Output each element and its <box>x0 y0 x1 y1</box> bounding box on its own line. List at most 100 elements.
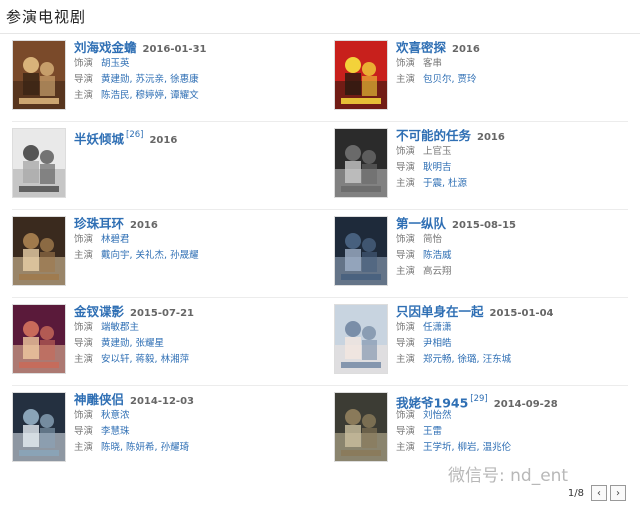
poster-image[interactable] <box>334 216 388 286</box>
cast-line: 主演 安以轩, 蒋毅, 林湘萍 <box>74 352 310 368</box>
drama-title-link[interactable]: 半妖倾城 <box>74 131 124 146</box>
director-label: 导演 <box>396 162 416 173</box>
cast-line: 主演 郑元畅, 徐璐, 汪东城 <box>396 352 632 368</box>
title-line: 第一纵队 2015-08-15 <box>396 214 632 232</box>
director-line: 导演 黄建勋, 苏沅亲, 徐惠康 <box>74 72 310 88</box>
director-line: 导演 陈浩威 <box>396 248 632 264</box>
role-label: 饰演 <box>396 410 416 421</box>
drama-card: 欢喜密探 2016 饰演 客串 主演 包贝尔, 贾玲 <box>334 34 634 122</box>
role-value: 秋意浓 <box>101 410 130 421</box>
cast-line: 主演 陈晓, 陈妍希, 孙耀琦 <box>74 440 310 456</box>
poster-image[interactable] <box>12 304 66 374</box>
drama-card: 珍珠耳环 2016 饰演 林碧君主演 戴向宇, 关礼杰, 孙晟耀 <box>12 210 312 298</box>
cast-label: 主演 <box>74 354 94 365</box>
poster-image[interactable] <box>334 40 388 110</box>
release-date: 2015-07-21 <box>130 308 194 319</box>
drama-info: 珍珠耳环 2016 饰演 林碧君主演 戴向宇, 关礼杰, 孙晟耀 <box>74 214 310 264</box>
role-label: 饰演 <box>74 410 94 421</box>
director-label: 导演 <box>74 74 94 85</box>
poster-image[interactable] <box>334 304 388 374</box>
director-label: 导演 <box>396 250 416 261</box>
drama-row: 金钗谍影 2015-07-21 饰演 端敏郡主 导演 黄建勋, 张耀星 主演 安以轩, 蒋毅,… <box>0 298 640 386</box>
director-label: 导演 <box>74 426 94 437</box>
cast-label: 主演 <box>396 354 416 365</box>
role-line: 饰演 刘怡然 <box>396 408 632 424</box>
cast-value[interactable]: 戴向宇, 关礼杰, 孙晟耀 <box>101 250 199 261</box>
drama-info: 金钗谍影 2015-07-21 饰演 端敏郡主 导演 黄建勋, 张耀星 主演 安以轩, 蒋毅,… <box>74 302 310 368</box>
cast-value[interactable]: 包贝尔, 贾玲 <box>423 74 477 85</box>
poster-image[interactable] <box>12 128 66 198</box>
drama-title-link[interactable]: 神雕侠侣 <box>74 392 124 407</box>
role-line: 饰演 任潇潇 <box>396 320 632 336</box>
section-title: 参演电视剧 <box>6 8 87 26</box>
director-value[interactable]: 耿明吉 <box>423 162 452 173</box>
role-value[interactable]: 胡玉英 <box>101 58 130 69</box>
drama-info: 欢喜密探 2016 饰演 客串 主演 包贝尔, 贾玲 <box>396 38 632 88</box>
cast-label: 主演 <box>396 178 416 189</box>
drama-card: 只因单身在一起 2015-01-04 饰演 任潇潇 导演 尹相皓 主演 郑元畅, 徐璐, 汪东… <box>334 298 634 386</box>
poster-image[interactable] <box>12 392 66 462</box>
role-line: 饰演 胡玉英 <box>74 56 310 72</box>
poster-image[interactable] <box>12 216 66 286</box>
release-date: 2016 <box>452 44 480 55</box>
role-value[interactable]: 任潇潇 <box>423 322 452 333</box>
role-value: 简怡 <box>423 234 443 245</box>
title-line: 欢喜密探 2016 <box>396 38 632 56</box>
poster-image[interactable] <box>334 392 388 462</box>
poster-image[interactable] <box>334 128 388 198</box>
director-value[interactable]: 李慧珠 <box>101 426 130 437</box>
role-line: 饰演 秋意浓 <box>74 408 310 424</box>
director-value[interactable]: 王雷 <box>423 426 442 437</box>
role-label: 饰演 <box>396 146 416 157</box>
director-value[interactable]: 黄建勋, 张耀星 <box>101 338 164 349</box>
cast-label: 主演 <box>396 266 416 277</box>
release-date: 2016 <box>477 132 505 143</box>
role-label: 饰演 <box>396 234 416 245</box>
citation-link[interactable]: [26] <box>126 130 143 140</box>
cast-label: 主演 <box>74 250 94 261</box>
drama-title-link[interactable]: 金钗谍影 <box>74 304 124 319</box>
cast-line: 主演 于震, 杜源 <box>396 176 632 192</box>
chevron-left-icon[interactable]: ‹ <box>591 485 607 501</box>
title-line: 半妖倾城 [26] 2016 <box>74 126 310 147</box>
director-line: 导演 王雷 <box>396 424 632 440</box>
cast-value[interactable]: 陈浩民, 穆婷婷, 谭耀文 <box>101 90 199 101</box>
cast-label: 主演 <box>396 74 416 85</box>
watermark: 微信号: nd_ent <box>448 466 569 486</box>
drama-info: 神雕侠侣 2014-12-03 饰演 秋意浓 导演 李慧珠 主演 陈晓, 陈妍希, 孙耀琦 <box>74 390 310 456</box>
cast-line: 主演 包贝尔, 贾玲 <box>396 72 632 88</box>
director-label: 导演 <box>396 426 416 437</box>
drama-title-link[interactable]: 珍珠耳环 <box>74 216 124 231</box>
director-value[interactable]: 陈浩威 <box>423 250 452 261</box>
cast-value[interactable]: 陈晓, 陈妍希, 孙耀琦 <box>101 442 189 453</box>
release-date: 2015-08-15 <box>452 220 516 231</box>
citation-link[interactable]: [29] <box>470 394 487 404</box>
release-date: 2016 <box>149 135 178 147</box>
cast-value[interactable]: 高云翔 <box>423 266 452 277</box>
drama-title-link[interactable]: 欢喜密探 <box>396 40 446 55</box>
drama-row: 半妖倾城 [26]2016 不可能的任务 2016 饰演 上官玉 导演 耿明吉 主演 于震, 杜源 <box>0 122 640 210</box>
drama-row: 刘海戏金蟾 2016-01-31 饰演 胡玉英 导演 黄建勋, 苏沅亲, 徐惠康 主演 陈浩民… <box>0 34 640 122</box>
drama-title-link[interactable]: 只因单身在一起 <box>396 304 484 319</box>
drama-title-link[interactable]: 不可能的任务 <box>396 128 471 143</box>
release-date: 2016 <box>130 220 158 231</box>
drama-title-link[interactable]: 第一纵队 <box>396 216 446 231</box>
title-line: 刘海戏金蟾 2016-01-31 <box>74 38 310 56</box>
release-date: 2014-12-03 <box>130 396 194 407</box>
cast-value[interactable]: 王学圻, 柳岩, 温兆伦 <box>423 442 511 453</box>
cast-value[interactable]: 郑元畅, 徐璐, 汪东城 <box>423 354 511 365</box>
cast-value[interactable]: 于震, 杜源 <box>423 178 467 189</box>
role-line: 饰演 上官玉 <box>396 144 632 160</box>
poster-image[interactable] <box>12 40 66 110</box>
cast-label: 主演 <box>74 442 94 453</box>
chevron-right-icon[interactable]: › <box>610 485 626 501</box>
drama-row: 珍珠耳环 2016 饰演 林碧君 主演 戴向宇, 关礼杰, 孙晟耀 第一纵队 2015-08-… <box>0 210 640 298</box>
cast-value[interactable]: 安以轩, 蒋毅, 林湘萍 <box>101 354 189 365</box>
role-value: 上官玉 <box>423 146 452 157</box>
drama-card: 刘海戏金蟾 2016-01-31 饰演 胡玉英 导演 黄建勋, 苏沅亲, 徐惠康 主演 陈浩民… <box>12 34 312 122</box>
role-line: 饰演 林碧君 <box>74 232 310 248</box>
director-value[interactable]: 黄建勋, 苏沅亲, 徐惠康 <box>101 74 199 85</box>
director-value[interactable]: 尹相皓 <box>423 338 452 349</box>
role-line: 饰演 简怡 <box>396 232 632 248</box>
drama-title-link[interactable]: 刘海戏金蟾 <box>74 40 137 55</box>
